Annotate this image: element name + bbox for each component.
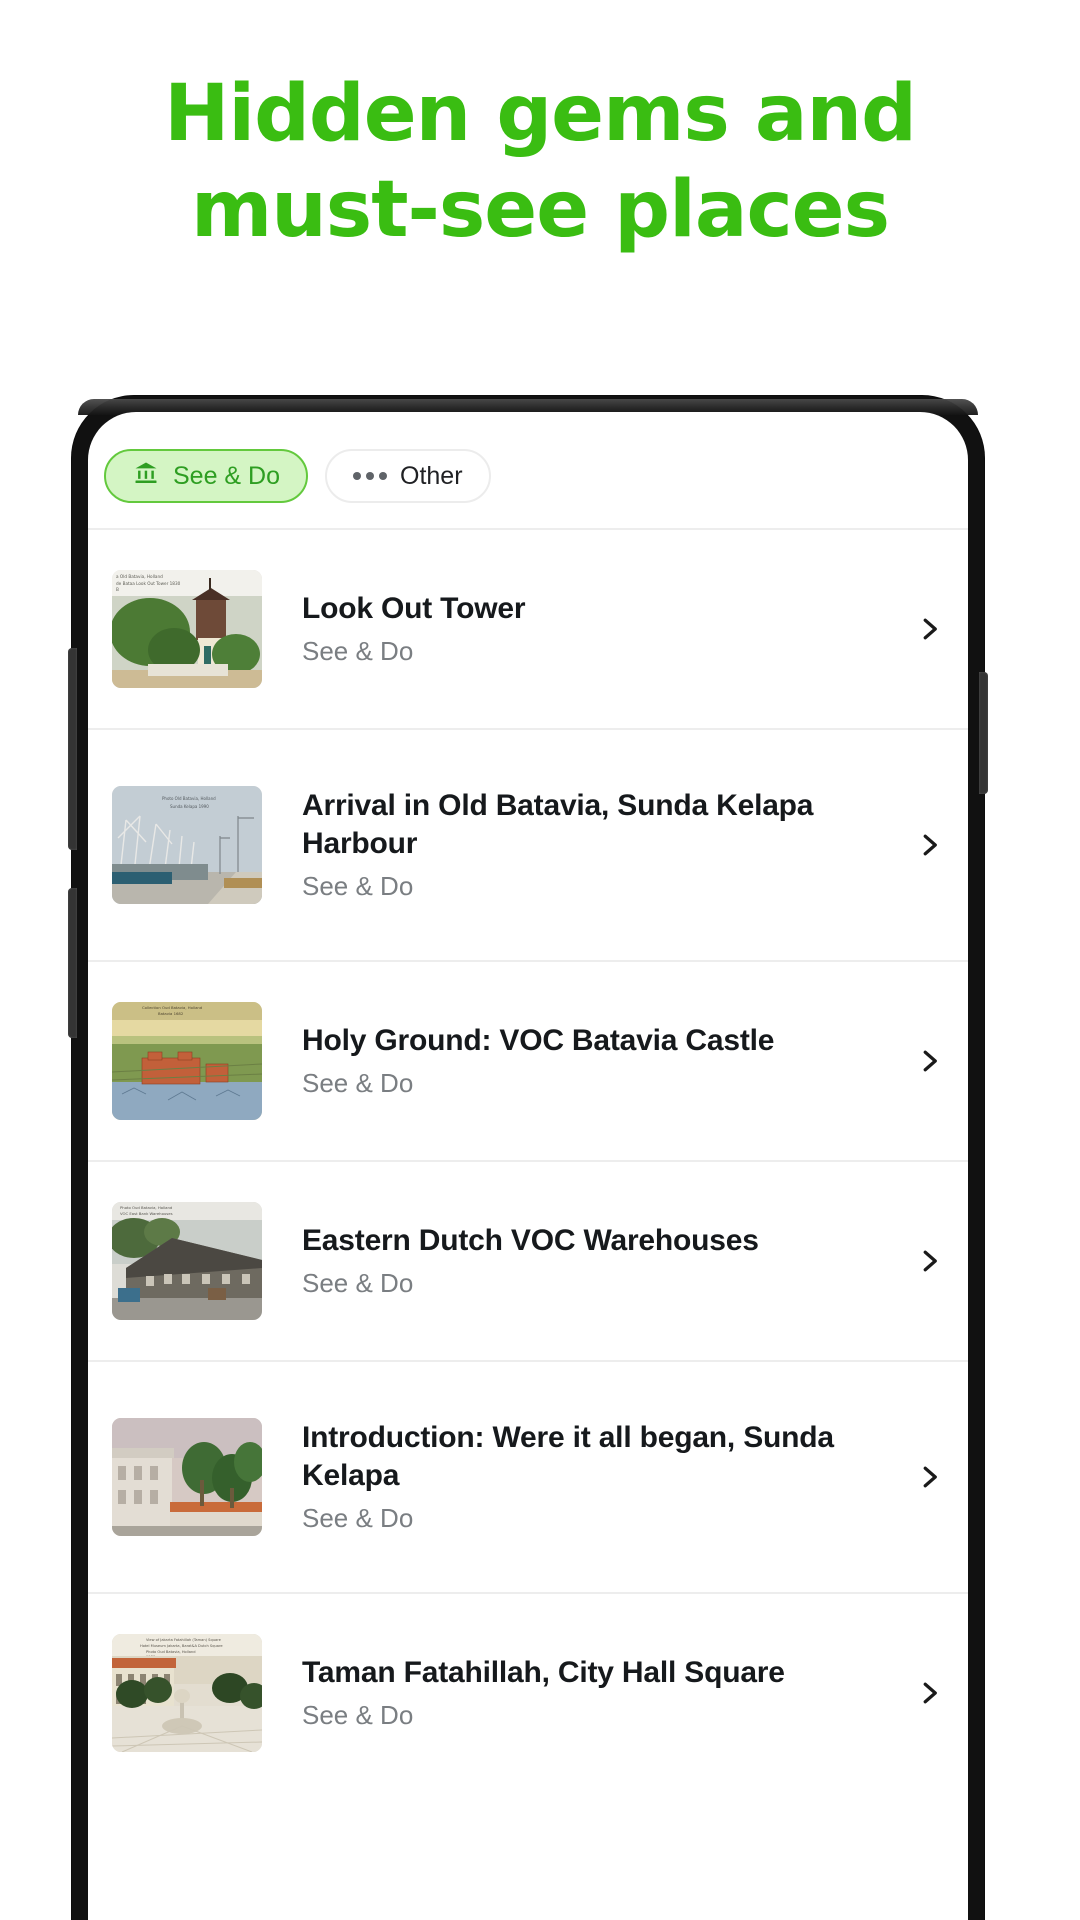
phone-mockup: See & Do Other a Old Batavia, Holland de… [68,396,988,1920]
page-title-line-2: must-see places [190,165,890,255]
chevron-right-icon[interactable] [908,1462,950,1492]
ellipsis-icon [353,472,388,480]
svg-text:Collection Oud Batavia, Hollan: Collection Oud Batavia, Holland [142,1005,203,1010]
list-item-text: Holy Ground: VOC Batavia Castle See & Do [262,1022,908,1100]
list-item-subtitle: See & Do [302,1700,414,1730]
list-item-title: Arrival in Old Batavia, Sunda Kelapa Har… [302,789,814,860]
list-item-thumbnail: Collection Oud Batavia, Holland Batavia … [112,1002,262,1120]
list-item-thumbnail: Photo Oud Batavia, Holland VOC East Bank… [112,1202,262,1320]
list-item-text: Look Out Tower See & Do [262,590,908,668]
list-item-title: Holy Ground: VOC Batavia Castle [302,1024,775,1057]
list-item[interactable]: Collection Oud Batavia, Holland Batavia … [88,960,968,1160]
list-item[interactable]: Photo Old Batavia, Holland Sunda Kelapa … [88,728,968,960]
svg-text:Photo Oud Batavia, Holland: Photo Oud Batavia, Holland [146,1650,195,1654]
promo-screenshot: Hidden gems and must-see places See & Do… [0,0,1080,1920]
list-item-thumbnail [112,1418,262,1536]
svg-text:Photo Old Batavia, Holland: Photo Old Batavia, Holland [162,796,216,801]
museum-icon [132,459,160,494]
power-button[interactable] [979,672,988,794]
list-item-title: Introduction: Were it all began, Sunda K… [302,1421,834,1492]
list-item-title: Eastern Dutch VOC Warehouses [302,1224,759,1257]
chevron-right-icon[interactable] [908,1678,950,1708]
list-item-subtitle: See & Do [302,636,414,666]
list-item-subtitle: See & Do [302,871,414,901]
list-item[interactable]: Introduction: Were it all began, Sunda K… [88,1360,968,1592]
filter-chip-other[interactable]: Other [325,449,491,503]
svg-text:Sunda Kelapa 1990: Sunda Kelapa 1990 [170,804,209,809]
svg-text:Batavia 1682: Batavia 1682 [158,1011,184,1016]
list-item-text: Introduction: Were it all began, Sunda K… [262,1419,908,1535]
list-item-thumbnail: Photo Old Batavia, Holland Sunda Kelapa … [112,786,262,904]
phone-screen: See & Do Other a Old Batavia, Holland de… [88,412,968,1920]
list-item-text: Arrival in Old Batavia, Sunda Kelapa Har… [262,787,908,903]
list-item-text: Eastern Dutch VOC Warehouses See & Do [262,1222,908,1300]
list-item-subtitle: See & Do [302,1068,414,1098]
filter-chip-see-and-do[interactable]: See & Do [104,449,309,503]
list-item-subtitle: See & Do [302,1268,414,1298]
chevron-right-icon[interactable] [908,1046,950,1076]
page-title-line-1: Hidden gems and [164,69,917,159]
list-item-text: Taman Fatahillah, City Hall Square See &… [262,1654,908,1732]
svg-text:de Bataa Look Out Tower 1830: de Bataa Look Out Tower 1830 [116,581,181,586]
svg-text:a Old Batavia, Holland: a Old Batavia, Holland [116,574,163,579]
list-item-title: Look Out Tower [302,592,526,625]
volume-down-button[interactable] [68,888,77,1038]
list-item[interactable]: a Old Batavia, Holland de Bataa Look Out… [88,528,968,728]
list-item[interactable]: View of Jakarta Fatahillah (Taman) Squar… [88,1592,968,1792]
filter-chip-see-and-do-label: See & Do [173,461,281,490]
list-item-subtitle: See & Do [302,1503,414,1533]
svg-text:Hotel Museum Jakarta, Barat&A: Hotel Museum Jakarta, Barat&A Dutch Squa… [140,1644,223,1648]
svg-text:Photo Oud Batavia, Holland: Photo Oud Batavia, Holland [120,1205,173,1210]
page-title: Hidden gems and must-see places [0,66,1080,258]
svg-text:VOC East Bank Warehouses: VOC East Bank Warehouses [120,1211,173,1216]
list-item-title: Taman Fatahillah, City Hall Square [302,1656,785,1689]
svg-text:View of Jakarta Fatahillah (Ta: View of Jakarta Fatahillah (Taman) Squar… [146,1638,222,1642]
list-item[interactable]: Photo Oud Batavia, Holland VOC East Bank… [88,1160,968,1360]
place-list: a Old Batavia, Holland de Bataa Look Out… [88,528,968,1792]
chevron-right-icon[interactable] [908,830,950,860]
svg-text:B: B [116,587,119,592]
volume-up-button[interactable] [68,648,77,850]
filter-chip-row: See & Do Other [104,449,491,503]
filter-chip-other-label: Other [400,461,463,490]
chevron-right-icon[interactable] [908,614,950,644]
list-item-thumbnail: View of Jakarta Fatahillah (Taman) Squar… [112,1634,262,1752]
list-item-thumbnail: a Old Batavia, Holland de Bataa Look Out… [112,570,262,688]
chevron-right-icon[interactable] [908,1246,950,1276]
